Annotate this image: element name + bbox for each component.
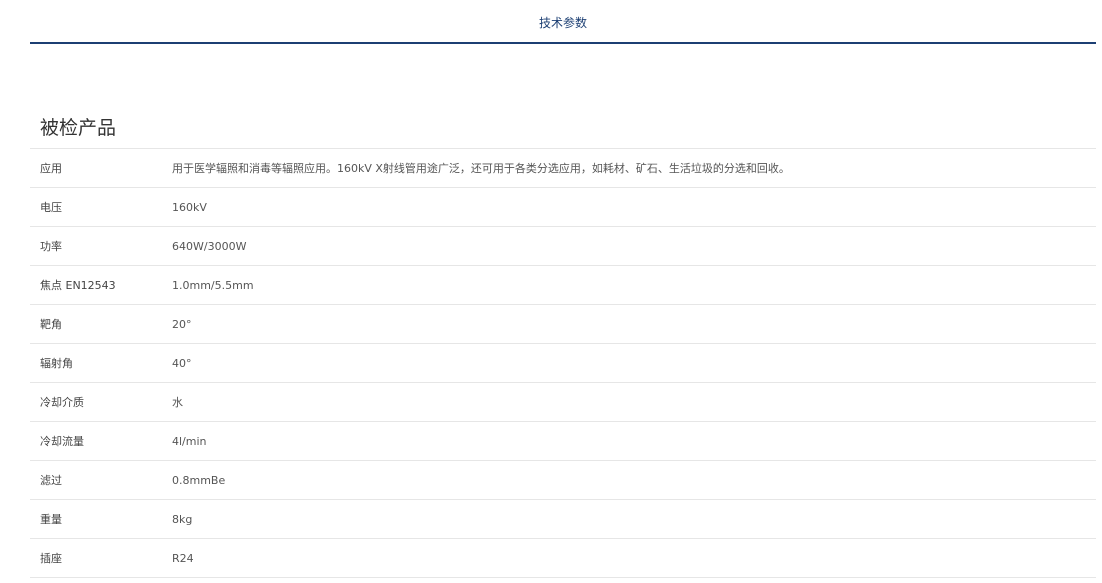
tab-technical-parameters[interactable]: 技术参数	[30, 14, 1096, 31]
spec-label: 冷却介质	[40, 396, 84, 409]
spec-value: R24	[172, 551, 194, 565]
table-row: 滤过 0.8mmBe	[30, 461, 1096, 500]
spec-label: 辐射角	[40, 357, 73, 370]
table-row: 靶角 20°	[30, 305, 1096, 344]
spec-label: 应用	[40, 162, 62, 175]
spec-value: 20°	[172, 317, 192, 331]
spec-label: 滤过	[40, 474, 62, 487]
spec-label: 焦点 EN12543	[40, 279, 116, 292]
tab-bar: 技术参数	[30, 0, 1096, 44]
table-row: 电压 160kV	[30, 188, 1096, 227]
spec-value: 用于医学辐照和消毒等辐照应用。160kV X射线管用途广泛，还可用于各类分选应用…	[172, 162, 790, 175]
table-row: 焦点 EN12543 1.0mm/5.5mm	[30, 266, 1096, 305]
spec-table: 应用 用于医学辐照和消毒等辐照应用。160kV X射线管用途广泛，还可用于各类分…	[30, 148, 1096, 578]
table-row: 冷却介质 水	[30, 383, 1096, 422]
spec-value: 水	[172, 396, 183, 409]
table-row: 功率 640W/3000W	[30, 227, 1096, 266]
table-row: 插座 R24	[30, 539, 1096, 578]
spec-value: 640W/3000W	[172, 239, 247, 253]
spec-value: 160kV	[172, 200, 207, 214]
spec-label: 靶角	[40, 318, 62, 331]
table-row: 辐射角 40°	[30, 344, 1096, 383]
spec-value: 8kg	[172, 512, 193, 526]
spec-value: 4l/min	[172, 434, 207, 448]
spec-label: 功率	[40, 240, 62, 253]
spec-value: 40°	[172, 356, 192, 370]
table-row: 应用 用于医学辐照和消毒等辐照应用。160kV X射线管用途广泛，还可用于各类分…	[30, 149, 1096, 188]
spec-label: 插座	[40, 552, 62, 565]
section-title: 被检产品	[40, 117, 117, 139]
table-row: 重量 8kg	[30, 500, 1096, 539]
spec-label: 重量	[40, 513, 62, 526]
spec-label: 冷却流量	[40, 435, 84, 448]
table-row: 冷却流量 4l/min	[30, 422, 1096, 461]
spec-label: 电压	[40, 201, 62, 214]
spec-value: 1.0mm/5.5mm	[172, 278, 254, 292]
spec-value: 0.8mmBe	[172, 473, 226, 487]
